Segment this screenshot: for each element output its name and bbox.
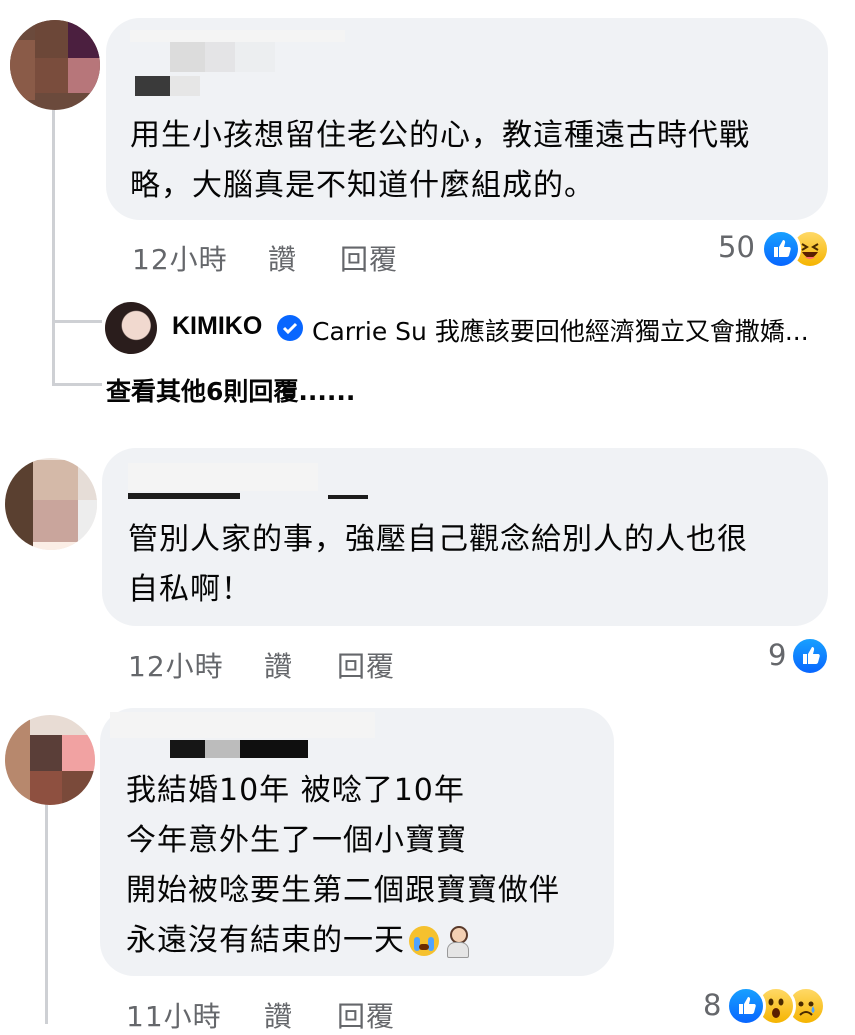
comment-text-line: 用生小孩想留住老公的心，教這種遠古時代戰 (130, 118, 750, 153)
reaction-count: 8 (703, 988, 722, 1022)
like-link[interactable]: 讚 (268, 238, 297, 278)
author-name-redacted[interactable] (130, 30, 345, 96)
comment-text-line: 我結婚10年 被唸了10年 (126, 773, 465, 808)
like-link[interactable]: 讚 (264, 645, 293, 685)
comment-timestamp[interactable]: 11小時 (126, 995, 222, 1035)
comment-timestamp[interactable]: 12小時 (132, 238, 228, 278)
reaction-count: 9 (768, 638, 787, 672)
like-link[interactable]: 讚 (264, 995, 293, 1035)
comment-last-line: 永遠沒有結束的一天 (126, 913, 469, 969)
comment-text-line: 管別人家的事，強壓自己觀念給別人的人也很 (128, 522, 748, 557)
thread-connector (52, 320, 102, 323)
reaction-count: 50 (718, 230, 755, 264)
like-icon (761, 229, 801, 269)
comment-timestamp[interactable]: 12小時 (128, 645, 224, 685)
reply-link[interactable]: 回覆 (340, 238, 398, 278)
avatar[interactable] (5, 458, 97, 550)
comment-text-line: 略，大腦真是不知道什麼組成的。 (130, 168, 595, 203)
thread-line (45, 795, 48, 1024)
comment-text-line: 永遠沒有結束的一天 (126, 923, 405, 958)
author-name-redacted[interactable] (128, 463, 368, 501)
verified-badge-icon (277, 315, 303, 341)
reply-author-name[interactable]: KIMIKO (172, 312, 262, 341)
comment-text-line: 今年意外生了一個小寶寶 (126, 823, 467, 858)
person-emoji-icon (445, 926, 469, 958)
avatar[interactable] (10, 20, 100, 110)
reply-author-avatar[interactable] (105, 302, 157, 354)
reply-link[interactable]: 回覆 (337, 645, 395, 685)
comment-text-line: 開始被唸要生第二個跟寶寶做伴 (126, 873, 560, 908)
reply-snippet: Carrie Su 我應該要回他經濟獨立又會撒嬌... (312, 317, 809, 346)
thread-line (52, 98, 55, 383)
thread-connector (52, 383, 102, 386)
view-more-replies-link[interactable]: 查看其他6則回覆...... (106, 372, 355, 408)
comment-text-line: 自私啊！ (128, 572, 252, 607)
author-name-redacted[interactable] (110, 712, 375, 760)
crying-face-emoji-icon (409, 926, 439, 956)
like-icon (790, 636, 830, 676)
reply-link[interactable]: 回覆 (337, 995, 395, 1035)
avatar[interactable] (5, 715, 95, 805)
like-icon (726, 986, 766, 1026)
